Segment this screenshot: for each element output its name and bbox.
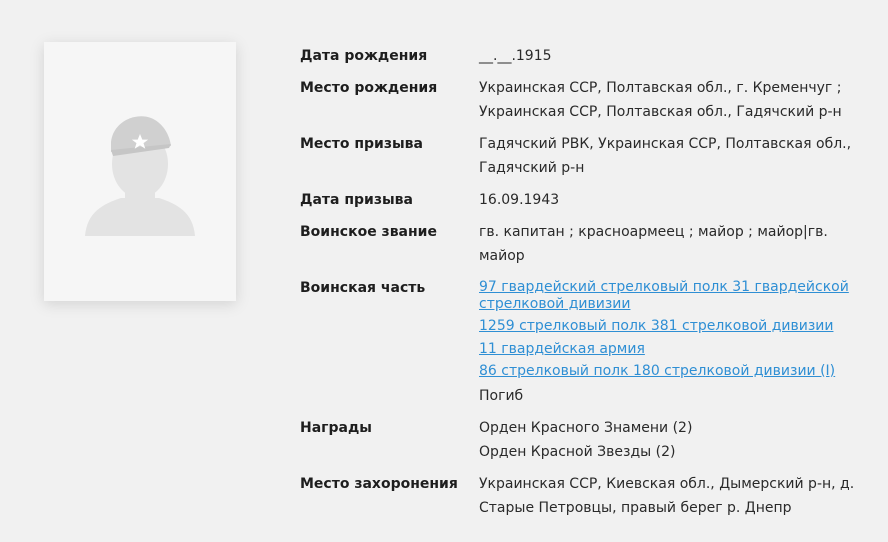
- burial-place-row: Место захоронения Украинская ССР, Киевск…: [300, 472, 860, 520]
- fate-status: Погиб: [479, 387, 524, 404]
- award-item: Орден Красного Знамени (2): [479, 419, 693, 436]
- awards-label: Награды: [300, 419, 372, 436]
- unit-link[interactable]: 86 стрелковый полк 180 стрелковой дивизи…: [479, 363, 860, 380]
- birth-place-value: Украинская ССР, Полтавская обл., г. Крем…: [479, 80, 842, 120]
- draft-place-row: Место призыва Гадячский РВК, Украинская …: [300, 132, 860, 180]
- birth-date-value: __.__.1915: [479, 48, 552, 64]
- draft-date-value: 16.09.1943: [479, 192, 560, 208]
- burial-place-label: Место захоронения: [300, 475, 458, 492]
- birth-place-label: Место рождения: [300, 80, 438, 96]
- birth-place-row: Место рождения Украинская ССР, Полтавска…: [300, 76, 860, 124]
- rank-row: Воинское звание гв. капитан ; красноарме…: [300, 220, 860, 268]
- unit-values: 97 гвардейский стрелковый полк 31 гварде…: [479, 276, 860, 408]
- award-item: Орден Красной Звезды (2): [479, 443, 676, 460]
- awards-values: Орден Красного Знамени (2) Орден Красной…: [479, 416, 860, 464]
- soldier-silhouette-icon: [85, 116, 195, 236]
- draft-place-value: Гадячский РВК, Украинская ССР, Полтавска…: [479, 136, 852, 176]
- unit-link[interactable]: 97 гвардейский стрелковый полк 31 гварде…: [479, 279, 860, 312]
- burial-place-value: Украинская ССР, Киевская обл., Дымерский…: [479, 475, 855, 516]
- draft-date-row: Дата призыва 16.09.1943: [300, 188, 860, 212]
- birth-date-label: Дата рождения: [300, 48, 428, 64]
- rank-label: Воинское звание: [300, 224, 437, 240]
- draft-date-label: Дата призыва: [300, 192, 413, 208]
- person-details: Дата рождения __.__.1915 Место рождения …: [300, 44, 860, 528]
- awards-row: Награды Орден Красного Знамени (2) Орден…: [300, 416, 860, 464]
- unit-label: Воинская часть: [300, 280, 426, 296]
- birth-date-row: Дата рождения __.__.1915: [300, 44, 860, 68]
- profile-photo-card: [44, 42, 236, 301]
- unit-link[interactable]: 1259 стрелковый полк 381 стрелковой диви…: [479, 318, 860, 335]
- unit-row: Воинская часть 97 гвардейский стрелковый…: [300, 276, 860, 408]
- unit-link[interactable]: 11 гвардейская армия: [479, 341, 860, 358]
- rank-value: гв. капитан ; красноармеец ; майор ; май…: [479, 224, 828, 264]
- draft-place-label: Место призыва: [300, 136, 423, 152]
